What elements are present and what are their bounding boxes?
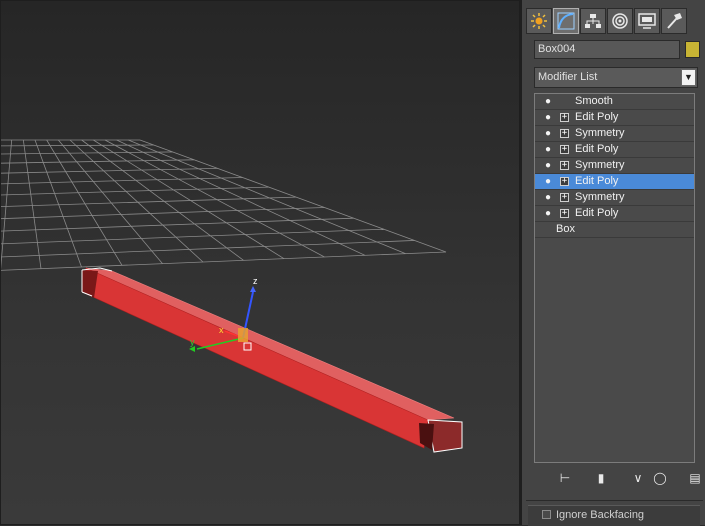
stack-row-label: Edit Poly [575,111,619,123]
ignore-backfacing-label: Ignore Backfacing [556,509,645,521]
box-object[interactable] [81,267,463,453]
ignore-backfacing-checkbox[interactable] [542,510,551,519]
stack-row-label: Edit Poly [575,143,619,155]
expand-plus-icon[interactable]: + [560,129,569,138]
lightbulb-icon[interactable]: ● [543,112,553,124]
hierarchy-tab[interactable] [580,8,606,34]
expand-plus-icon[interactable]: + [560,209,569,218]
motion-icon [612,13,628,29]
stack-row-label: Symmetry [575,191,625,203]
expand-plus-icon[interactable]: + [560,177,569,186]
stack-row[interactable]: ● + Symmetry [535,190,694,206]
modifier-stack: ● Smooth ● + Edit Poly ● + Symmetry ● + Edit Poly ●… [534,93,695,463]
stack-row-base-object[interactable]: Box [535,222,694,238]
stack-toolbar: ⊢ ▮ ∨ ◯ ▤ [530,468,701,490]
gizmo-z-label: z [253,276,258,286]
object-color-swatch[interactable] [685,41,700,58]
lightbulb-icon[interactable]: ● [543,192,553,204]
expand-plus-icon[interactable]: + [560,161,569,170]
lightbulb-icon[interactable]: ● [543,160,553,172]
gizmo-y-label: y [190,337,195,347]
lightbulb-icon[interactable]: ● [543,208,553,220]
stack-row-label: Edit Poly [575,207,619,219]
pin-stack-icon[interactable]: ⊢ [556,468,574,488]
box-top-face [85,267,455,421]
box-front-face [81,267,429,449]
create-tab[interactable] [526,8,552,34]
stack-row[interactable]: ● + Edit Poly [535,174,694,190]
display-tab[interactable] [634,8,660,34]
command-panel: Box004 Modifier List ▼ ● Smooth ● + Edit Pol… [520,0,705,526]
perspective-viewport[interactable]: z x y [0,0,520,525]
lightbulb-icon[interactable]: ● [543,96,553,108]
command-panel-tabs [526,8,687,34]
object-name-field[interactable]: Box004 [534,40,680,59]
make-unique-icon[interactable]: ∨ [629,468,647,488]
modifier-list-dropdown[interactable]: Modifier List ▼ [534,67,698,88]
hierarchy-icon [585,14,601,28]
stack-row[interactable]: ● + Edit Poly [535,206,694,222]
modify-curve-icon [557,12,575,30]
stack-row-label: Smooth [575,95,613,107]
home-grid [0,139,447,271]
stack-row-label: Edit Poly [575,175,619,187]
chevron-down-icon[interactable]: ▼ [681,69,696,86]
selection-rollout: Ignore Backfacing [528,505,700,526]
lightbulb-icon[interactable]: ● [543,128,553,140]
expand-plus-icon[interactable]: + [560,145,569,154]
configure-modifier-sets-icon[interactable]: ▤ [686,468,704,488]
stack-row[interactable]: ● + Symmetry [535,158,694,174]
stack-row[interactable]: ● + Edit Poly [535,142,694,158]
lightbulb-icon[interactable]: ● [543,176,553,188]
base-object-label: Box [556,223,575,235]
modify-tab[interactable] [553,8,579,34]
stack-row-label: Symmetry [575,127,625,139]
expand-plus-icon[interactable]: + [560,193,569,202]
viewport-scene: z x y [0,139,463,453]
utilities-hammer-icon [667,13,682,29]
display-monitor-icon [638,13,656,29]
expand-plus-icon[interactable]: + [560,113,569,122]
lightbulb-icon[interactable]: ● [543,144,553,156]
motion-tab[interactable] [607,8,633,34]
stack-row-label: Symmetry [575,159,625,171]
gizmo-x-label: x [219,325,224,335]
create-sunburst-icon [531,13,547,29]
show-end-result-icon[interactable]: ▮ [592,468,610,488]
stack-row[interactable]: ● + Edit Poly [535,110,694,126]
stack-row[interactable]: ● + Symmetry [535,126,694,142]
modifier-list-label: Modifier List [538,71,598,83]
stack-row[interactable]: ● Smooth [535,94,694,110]
utilities-tab[interactable] [661,8,687,34]
remove-modifier-icon[interactable]: ◯ [651,468,669,488]
